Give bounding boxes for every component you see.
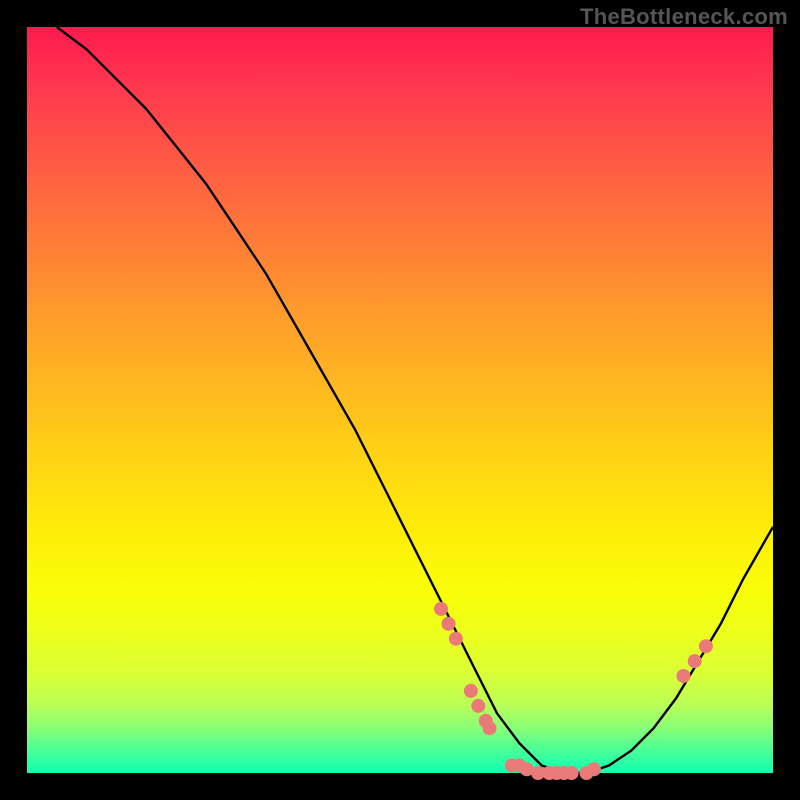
- gradient-plot-area: [27, 27, 773, 773]
- data-point-marker: [565, 766, 579, 780]
- data-point-marker: [442, 617, 456, 631]
- bottleneck-curve: [57, 27, 773, 773]
- data-point-marker: [587, 762, 601, 776]
- watermark-text: TheBottleneck.com: [580, 4, 788, 30]
- curve-svg: [27, 27, 773, 773]
- data-point-marker: [449, 632, 463, 646]
- chart-frame: TheBottleneck.com: [0, 0, 800, 800]
- data-point-marker: [688, 654, 702, 668]
- data-point-marker: [471, 699, 485, 713]
- data-point-marker: [464, 684, 478, 698]
- data-point-marker: [483, 721, 497, 735]
- data-point-marker: [677, 669, 691, 683]
- markers-group: [434, 602, 713, 780]
- data-point-marker: [434, 602, 448, 616]
- data-point-marker: [699, 639, 713, 653]
